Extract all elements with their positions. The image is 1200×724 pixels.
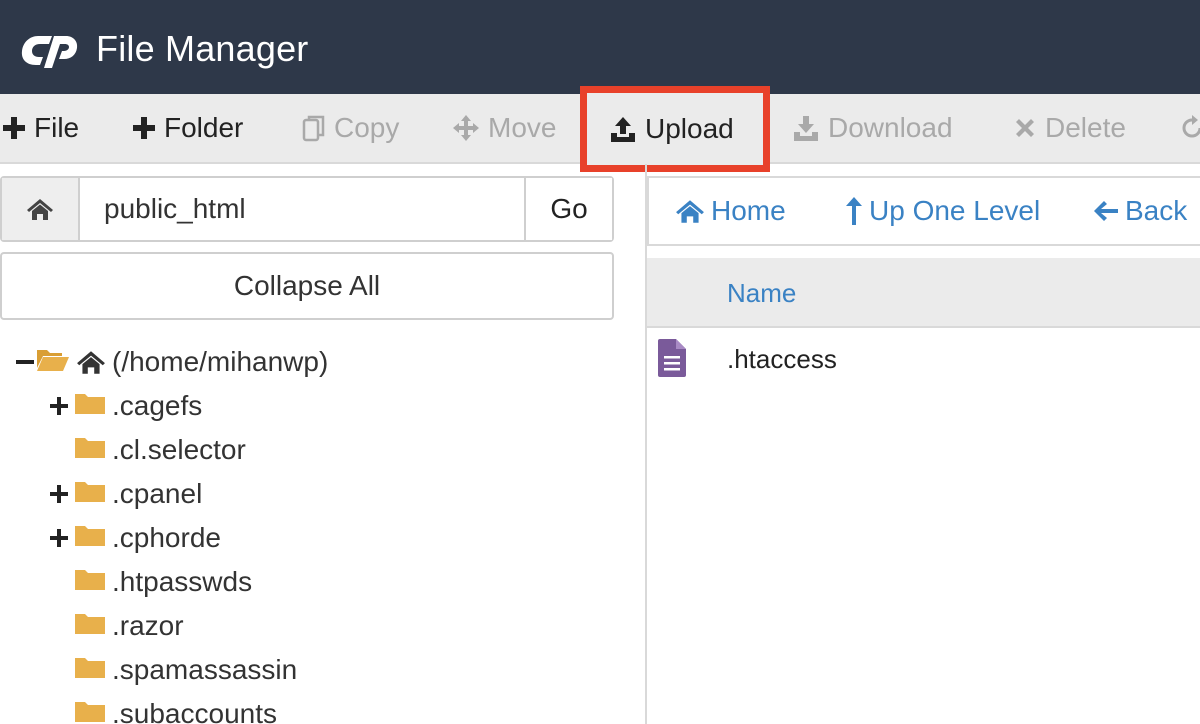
back-button[interactable]: Back [1093,178,1187,244]
expand-icon[interactable] [48,484,70,504]
tree-item[interactable]: .htpasswds [74,562,252,602]
tree-item-label: .razor [112,610,184,641]
home-icon [675,198,705,224]
tree-root-label: (/home/mihanwp) [112,346,329,377]
tree-item[interactable]: .razor [74,606,184,646]
expand-icon[interactable] [48,528,70,548]
file-name: .htaccess [727,344,837,374]
path-input[interactable] [80,178,524,240]
move-label: Move [488,112,557,143]
close-icon [1013,116,1037,140]
level-up-icon [845,196,863,226]
up-one-level-label: Up One Level [869,195,1041,226]
folder-icon [74,390,106,422]
copy-label: Copy [334,112,400,143]
copy-button[interactable]: Copy [302,94,399,162]
copy-icon [302,114,326,142]
folder-icon [74,434,106,466]
tree-item[interactable]: .cphorde [48,518,221,558]
new-folder-label: Folder [164,112,244,143]
path-bar: Go [0,176,614,242]
plus-icon [132,116,156,140]
tree-item-label: .subaccounts [112,698,277,724]
folder-icon [74,610,106,642]
tree-item-label: .htpasswds [112,566,253,597]
delete-button[interactable]: Delete [1013,94,1126,162]
tree-item[interactable]: .subaccounts [74,694,277,724]
upload-label: Upload [645,113,734,144]
toolbar: File Folder Copy Move Upload Download De… [0,86,1200,172]
tree-root[interactable]: (/home/mihanwp) [14,342,328,382]
folder-icon [74,698,106,724]
go-button[interactable]: Go [524,178,612,240]
undo-icon [1180,114,1200,142]
home-label: Home [711,195,786,226]
tree-item[interactable]: .cpanel [48,474,202,514]
move-button[interactable]: Move [452,94,556,162]
navigation-bar: Home Up One Level Back [647,176,1200,246]
arrow-left-icon [1093,199,1119,223]
plus-icon [2,116,26,140]
expand-icon[interactable] [48,396,70,416]
file-text-icon [657,338,687,383]
path-home-button[interactable] [2,178,80,240]
collapse-all-button[interactable]: Collapse All [0,252,614,320]
folder-icon [74,654,106,686]
folder-icon [74,566,106,598]
app-header: File Manager [0,0,1200,94]
home-button[interactable]: Home [675,178,786,244]
upload-button[interactable]: Upload [580,86,770,172]
download-label: Download [828,112,953,143]
app-title: File Manager [96,28,309,69]
move-arrows-icon [452,114,480,142]
tree-item-label: .cpanel [112,478,203,509]
tree-item-label: .cphorde [112,522,221,553]
delete-label: Delete [1045,112,1126,143]
new-file-label: File [34,112,80,143]
restore-button[interactable] [1180,94,1200,162]
folder-icon [74,478,106,510]
collapse-icon[interactable] [14,352,36,372]
tree-item-label: .spamassassin [112,654,298,685]
folder-icon [74,522,106,554]
tree-item[interactable]: .cl.selector [74,430,246,470]
tree-item-label: .cagefs [112,390,203,421]
file-list-header: Name [647,258,1200,328]
folder-open-icon [36,346,70,379]
tree-item-label: .cl.selector [112,434,246,465]
download-button[interactable]: Download [792,94,953,162]
up-one-level-button[interactable]: Up One Level [845,178,1040,244]
table-row[interactable]: .htaccess [647,330,1200,388]
new-folder-button[interactable]: Folder [132,94,243,162]
pane-divider[interactable] [645,164,647,724]
download-icon [792,114,820,142]
tree-item[interactable]: .cagefs [48,386,202,426]
tree-item[interactable]: .spamassassin [74,650,297,690]
upload-icon [609,115,637,143]
home-icon [76,349,106,375]
cpanel-logo-icon [21,36,78,68]
name-column-header[interactable]: Name [727,278,796,309]
new-file-button[interactable]: File [2,94,79,162]
back-label: Back [1125,195,1188,226]
home-icon [27,199,53,220]
